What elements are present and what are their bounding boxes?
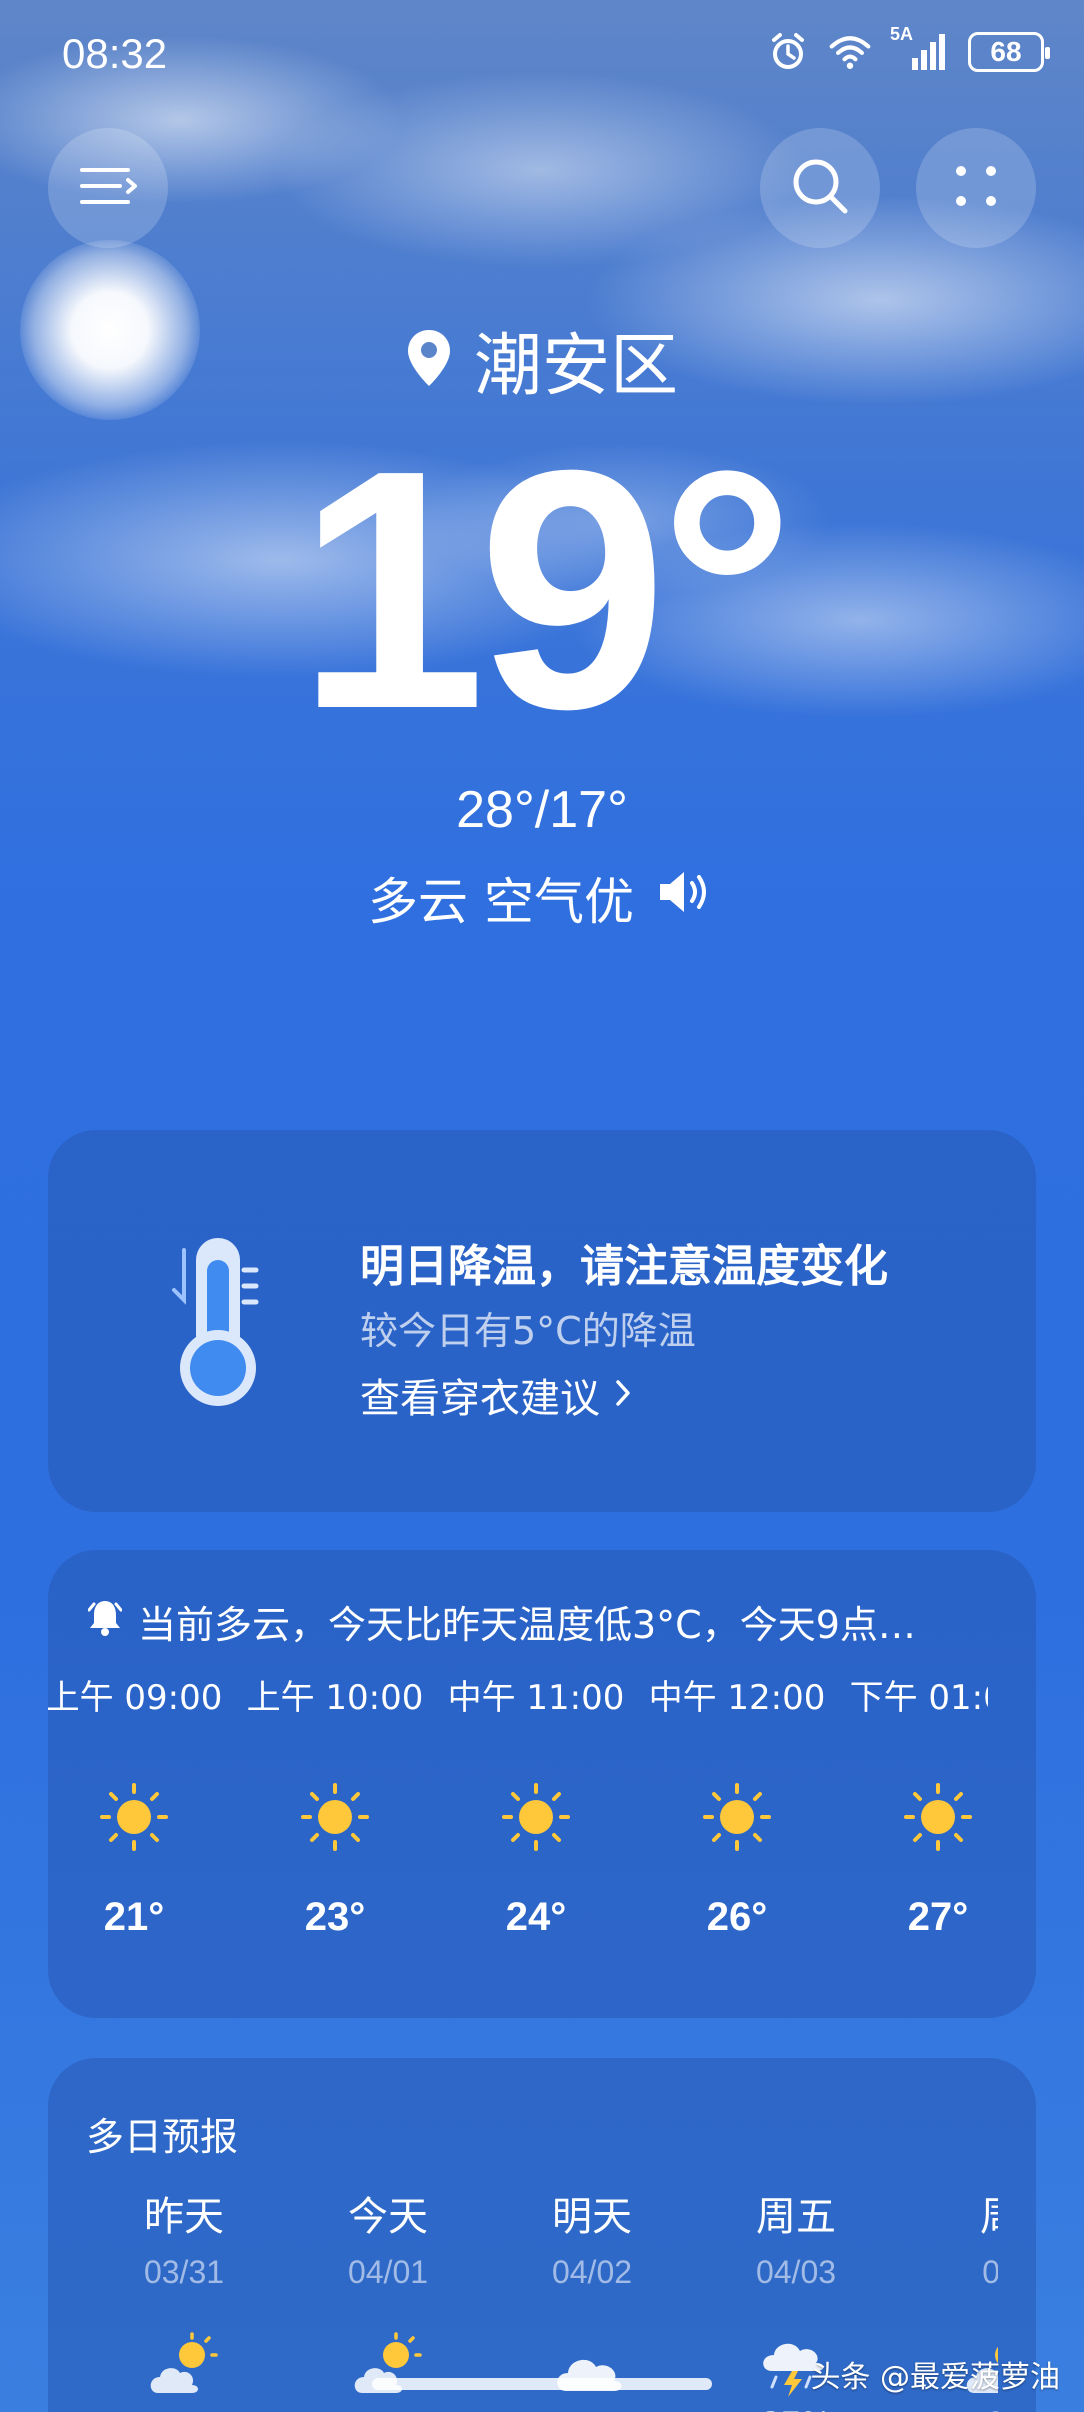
- wifi-icon: [828, 30, 872, 74]
- bell-icon: [88, 1598, 123, 1645]
- alert-title: 明日降温，请注意温度变化: [360, 1241, 888, 1292]
- status-bar: 08:32 5A 68: [0, 0, 1084, 110]
- network-label: 5A: [890, 24, 914, 44]
- hourly-temperature: 26°: [706, 1895, 768, 1939]
- hourly-temperature: 24°: [505, 1895, 567, 1939]
- daily-forecast-title: 多日预报: [86, 2115, 239, 2159]
- partly-cloudy-icon: [348, 2331, 428, 2411]
- hourly-item: 中午 12:00 26°: [637, 1670, 837, 1940]
- speaker-icon[interactable]: [654, 867, 716, 929]
- sun-icon: [898, 1777, 978, 1867]
- location[interactable]: 潮安区: [0, 310, 1084, 409]
- hourly-item: 下午 01:00 27°: [838, 1670, 988, 1940]
- current-temperature: 19°: [296, 400, 795, 780]
- condition-text: 多云 空气优: [368, 873, 634, 931]
- status-time: 08:32: [62, 30, 168, 77]
- day-date: 03/31: [143, 2254, 225, 2290]
- menu-button[interactable]: [48, 128, 168, 248]
- thermometer-icon: [158, 1230, 268, 1414]
- hourly-temperature: 21°: [103, 1895, 165, 1939]
- hourly-time: 中午 12:00: [648, 1678, 826, 1718]
- sun-icon: [295, 1777, 375, 1867]
- hourly-temperature: 27°: [907, 1895, 969, 1939]
- hourly-item: 中午 11:00 24°: [436, 1670, 636, 1940]
- location-pin-icon: [406, 328, 452, 392]
- status-icons: 5A 68: [766, 24, 1050, 74]
- hourly-forecast-card: 当前多云，今天比昨天温度低3°C，今天9点… 上午 09:00 21° 上午 10:…: [48, 1550, 1036, 2018]
- hourly-row[interactable]: 上午 09:00 21° 上午 10:00 23° 中午 11:00 24° 中午 12:0…: [48, 1670, 988, 1990]
- alert-subtitle: 较今日有5°C的降温: [360, 1309, 696, 1353]
- day-label: 今天: [348, 2194, 428, 2240]
- signal-icon: 5A: [890, 24, 950, 74]
- search-button[interactable]: [760, 128, 880, 248]
- daily-item[interactable]: 明天 04/02: [507, 2184, 677, 2405]
- high-low-temperature: 28°/17°: [456, 781, 628, 839]
- day-label: 周: [915, 2184, 998, 2242]
- day-label: 昨天: [144, 2194, 224, 2240]
- location-name: 潮安区: [473, 327, 678, 406]
- day-label: 周五: [756, 2194, 836, 2240]
- hourly-summary-text: 当前多云，今天比昨天温度低3°C，今天9点…: [138, 1603, 916, 1647]
- daily-item[interactable]: 今天 04/01: [303, 2184, 473, 2405]
- hourly-item: 上午 10:00 23°: [235, 1670, 435, 1940]
- cloudy-icon: [552, 2331, 632, 2411]
- sun-icon: [94, 1777, 174, 1867]
- day-date: 04/01: [347, 2254, 429, 2290]
- daily-item[interactable]: 昨天 03/31: [99, 2184, 269, 2405]
- clothing-advice-link[interactable]: 查看穿衣建议: [360, 1366, 632, 1424]
- day-date: 04: [982, 2254, 998, 2290]
- hourly-temperature: 23°: [304, 1895, 366, 1939]
- home-indicator[interactable]: [372, 2378, 712, 2390]
- sun-icon: [496, 1777, 576, 1867]
- day-label: 明天: [552, 2194, 632, 2240]
- day-date: 04/02: [551, 2254, 633, 2290]
- apps-button[interactable]: [916, 128, 1036, 248]
- hourly-time: 上午 09:00: [48, 1678, 223, 1718]
- menu-icon: [78, 164, 138, 212]
- alarm-icon: [766, 30, 810, 74]
- chevron-right-icon: [614, 1372, 632, 1418]
- watermark: 头条 @最爱菠萝油: [810, 2360, 1060, 2395]
- search-icon: [789, 155, 851, 221]
- hourly-time: 下午 01:00: [849, 1678, 988, 1718]
- clothing-advice-label: 查看穿衣建议: [360, 1376, 600, 1422]
- grid-dots-icon: [951, 161, 1001, 215]
- precipitation-probability: 87%: [711, 2405, 881, 2412]
- sun-icon: [697, 1777, 777, 1867]
- hourly-summary[interactable]: 当前多云，今天比昨天温度低3°C，今天9点…: [88, 1594, 1008, 1649]
- battery-icon: 68: [968, 32, 1050, 72]
- partly-cloudy-icon: [144, 2331, 224, 2411]
- day-date: 04/03: [755, 2254, 837, 2290]
- hourly-time: 上午 10:00: [246, 1678, 424, 1718]
- hourly-time: 中午 11:00: [447, 1678, 625, 1718]
- weather-condition: 多云 空气优: [0, 862, 1084, 934]
- temperature-alert-card[interactable]: 明日降温，请注意温度变化 较今日有5°C的降温 查看穿衣建议: [48, 1130, 1036, 1512]
- hourly-item: 上午 09:00 21°: [48, 1670, 234, 1940]
